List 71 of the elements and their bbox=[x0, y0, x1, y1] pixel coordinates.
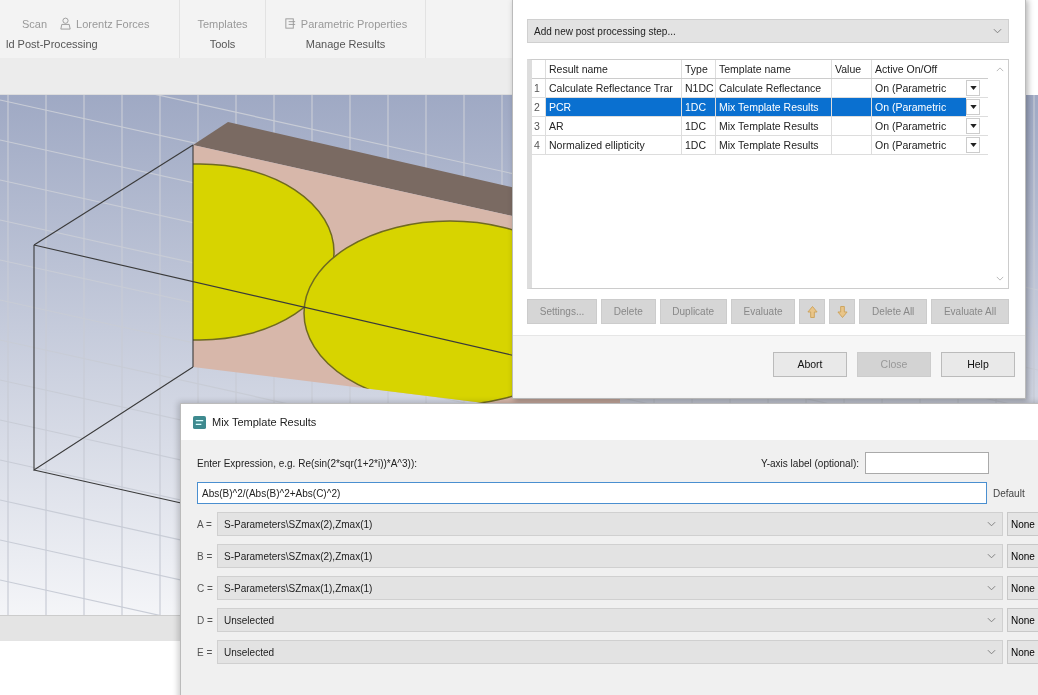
group-label: Tools bbox=[209, 38, 236, 50]
table-row[interactable]: 3 AR 1DC Mix Template Results On (Parametric bbox=[532, 117, 988, 136]
none-button[interactable]: None bbox=[1007, 576, 1038, 600]
table-row[interactable]: 4 Normalized ellipticity 1DC Mix Template Results On (Parametric bbox=[532, 136, 988, 155]
y-axis-label: Y-axis label (optional): bbox=[760, 457, 859, 469]
group-label: Manage Results bbox=[305, 38, 386, 50]
caret-icon bbox=[969, 143, 977, 147]
dialog-button[interactable]: Help bbox=[941, 351, 1015, 377]
variable-label: D = bbox=[197, 614, 213, 626]
row-number: 4 bbox=[532, 136, 546, 154]
variable-dropdown[interactable]: S-Parameters\SZmax(2),Zmax(1) bbox=[217, 512, 1003, 536]
scroll-down-icon[interactable] bbox=[996, 276, 1004, 281]
arrow-up-icon bbox=[806, 304, 818, 319]
chevron-icon bbox=[987, 585, 996, 591]
table-cell: Calculate Reflectance Trar bbox=[546, 79, 682, 97]
table-cell: Mix Template Results bbox=[716, 98, 832, 116]
none-button[interactable]: None bbox=[1007, 608, 1038, 632]
table-cell: AR bbox=[546, 117, 682, 135]
table-row[interactable]: 2 PCR 1DC Mix Template Results On (Parametric bbox=[532, 98, 988, 117]
chevron-icon bbox=[987, 521, 996, 527]
table-cell: Mix Template Results bbox=[716, 117, 832, 135]
table-cell: PCR bbox=[546, 98, 682, 116]
dialog-button[interactable]: Abort bbox=[773, 351, 847, 377]
column-header: Template name bbox=[716, 60, 832, 78]
expression-field[interactable]: Abs(B)^2/(Abs(B)^2+Abs(C)^2) bbox=[197, 482, 987, 504]
active-dropdown[interactable]: On (Parametric bbox=[872, 79, 966, 97]
table-cell: 1DC bbox=[682, 98, 716, 116]
column-header: Active On/Off bbox=[874, 62, 939, 77]
figure-icon bbox=[59, 17, 73, 30]
row-number: 1 bbox=[532, 79, 546, 97]
chevron-icon bbox=[987, 649, 996, 655]
active-dropdown[interactable]: On (Parametric bbox=[872, 117, 966, 135]
variable-dropdown[interactable]: Unselected bbox=[217, 608, 1003, 632]
default-link[interactable]: Default bbox=[993, 487, 1025, 499]
active-dropdown[interactable]: On (Parametric bbox=[872, 98, 966, 116]
step-dropdown[interactable]: Add new post processing step... bbox=[527, 19, 1009, 43]
none-button[interactable]: None bbox=[1007, 640, 1038, 664]
column-header: Result name bbox=[546, 60, 682, 78]
table-cell: N1DC bbox=[682, 79, 716, 97]
chevron-icon bbox=[987, 617, 996, 623]
properties-icon bbox=[283, 17, 297, 30]
chevron-icon bbox=[987, 553, 996, 559]
caret-icon bbox=[969, 86, 977, 90]
row-number: 3 bbox=[532, 117, 546, 135]
column-header: Value bbox=[832, 60, 872, 78]
window-title: Mix Template Results bbox=[212, 416, 317, 428]
variable-dropdown[interactable]: S-Parameters\SZmax(1),Zmax(1) bbox=[217, 576, 1003, 600]
variable-label: E = bbox=[197, 646, 213, 658]
expression-label: Enter Expression, e.g. Re(sin(2*sqr(1+2*i))*A^3)): bbox=[197, 457, 418, 469]
variable-label: A = bbox=[197, 518, 213, 530]
chevron-icon bbox=[993, 28, 1002, 34]
table-cell: Calculate Reflectance bbox=[716, 79, 832, 97]
group-label: ld Post-Processing bbox=[6, 38, 98, 50]
column-header: Type bbox=[682, 60, 716, 78]
table-cell: Mix Template Results bbox=[716, 136, 832, 154]
caret-icon bbox=[969, 105, 977, 109]
arrow-down-icon bbox=[836, 304, 848, 319]
variable-label: C = bbox=[197, 582, 213, 594]
active-dropdown[interactable]: On (Parametric bbox=[872, 136, 966, 154]
variable-label: B = bbox=[197, 550, 213, 562]
none-button[interactable]: None bbox=[1007, 544, 1038, 568]
table-cell: 1DC bbox=[682, 136, 716, 154]
variable-dropdown[interactable]: Unselected bbox=[217, 640, 1003, 664]
app-icon bbox=[193, 415, 206, 429]
none-button[interactable]: None bbox=[1007, 512, 1038, 536]
y-axis-field[interactable] bbox=[865, 452, 989, 474]
table-cell: 1DC bbox=[682, 117, 716, 135]
table-cell: Normalized ellipticity bbox=[546, 136, 682, 154]
scroll-up-icon[interactable] bbox=[996, 67, 1004, 72]
variable-dropdown[interactable]: S-Parameters\SZmax(2),Zmax(1) bbox=[217, 544, 1003, 568]
caret-icon bbox=[969, 124, 977, 128]
